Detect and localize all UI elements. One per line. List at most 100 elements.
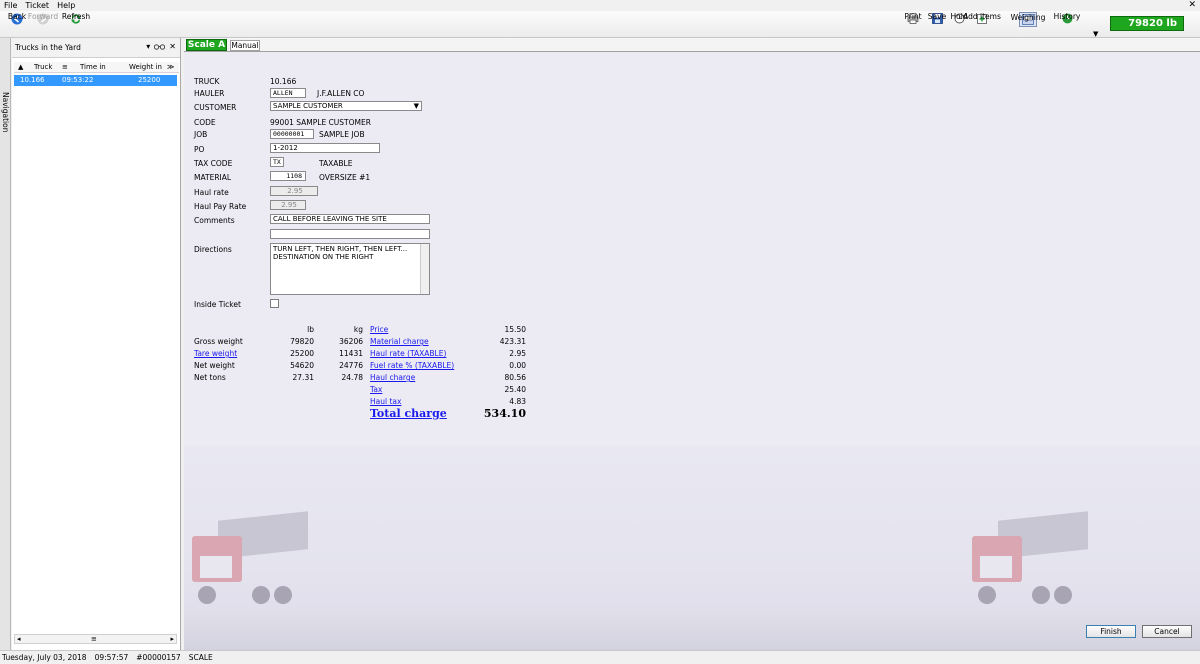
truck-label: TRUCK	[194, 77, 220, 86]
comments-label: Comments	[194, 216, 235, 225]
po-label: PO	[194, 145, 205, 154]
print-button[interactable]: Print	[904, 12, 922, 25]
material-name: OVERSIZE #1	[319, 173, 371, 182]
scroll-left-icon[interactable]: ◂	[17, 635, 21, 643]
save-button[interactable]: Save	[927, 12, 947, 25]
total-charge-link[interactable]: Total charge	[370, 407, 447, 420]
directions-line-2: DESTINATION ON THE RIGHT	[273, 253, 374, 261]
gross-weight-label: Gross weight	[194, 337, 243, 346]
job-label: JOB	[194, 130, 208, 139]
row-weight-in: 25200	[138, 76, 161, 84]
hauler-label: HAULER	[194, 89, 225, 98]
trucks-in-yard-panel: Trucks in the Yard ▾ ✕ ▲ Truck ≡ Time in…	[12, 38, 181, 650]
horizontal-scrollbar[interactable]: ◂ ≡ ▸	[14, 634, 177, 644]
haul-rate-field: 2.95	[270, 186, 318, 196]
chevron-down-icon[interactable]: ▾	[146, 42, 150, 52]
tab-manual[interactable]: Manual	[230, 40, 260, 51]
tare-weight-link[interactable]: Tare weight	[194, 349, 237, 358]
column-truck[interactable]: Truck	[34, 63, 52, 71]
refresh-button[interactable]: Refresh	[62, 12, 90, 25]
job-code-field[interactable]: 00000001	[270, 129, 314, 139]
status-mode: SCALE	[188, 653, 213, 662]
job-name: SAMPLE JOB	[319, 130, 365, 139]
net-weight-lb: 54620	[290, 361, 314, 370]
material-label: MATERIAL	[194, 173, 232, 182]
column-weight-in[interactable]: Weight in	[129, 63, 162, 71]
tax-code-field[interactable]: TX	[270, 157, 284, 167]
haul-rate-value: 2.95	[509, 349, 526, 358]
forward-button[interactable]: Forward	[28, 12, 58, 25]
haul-rate-label: Haul rate	[194, 188, 229, 197]
trucks-table-header: ▲ Truck ≡ Time in Weight in ≫	[14, 62, 179, 73]
haul-tax-value: 4.83	[509, 397, 526, 406]
column-menu-icon[interactable]: ≡	[62, 63, 68, 71]
total-charge-value: 534.10	[483, 407, 526, 420]
history-button[interactable]: History	[1054, 12, 1080, 25]
price-link[interactable]: Price	[370, 325, 388, 334]
unit-kg: kg	[353, 325, 363, 334]
forward-label: Forward	[27, 12, 59, 21]
fuel-rate-link[interactable]: Fuel rate % (TAXABLE)	[370, 361, 454, 370]
inside-ticket-checkbox[interactable]	[270, 299, 279, 308]
chevron-down-icon[interactable]: ▼	[1093, 30, 1098, 38]
back-button[interactable]: Back	[7, 12, 27, 25]
vertical-scrollbar[interactable]	[420, 244, 429, 294]
scale-weight-display: 79820 lb	[1110, 16, 1184, 31]
code-label: CODE	[194, 118, 216, 127]
gross-weight-lb: 79820	[290, 337, 314, 346]
menu-help[interactable]: Help	[53, 0, 79, 11]
comments-field[interactable]: CALL BEFORE LEAVING THE SITE	[270, 214, 430, 224]
unit-lb: lb	[307, 325, 314, 334]
truck-image-right	[970, 510, 1090, 606]
more-columns-icon[interactable]: ≫	[167, 63, 174, 71]
row-time-in: 09:53:22	[62, 76, 94, 84]
close-icon[interactable]: ✕	[1188, 0, 1196, 11]
scroll-right-icon[interactable]: ▸	[170, 635, 174, 643]
material-code-field[interactable]: 1108	[270, 171, 306, 181]
hauler-code-field[interactable]: ALLEN	[270, 88, 306, 98]
haul-charge-link[interactable]: Haul charge	[370, 373, 415, 382]
tax-code-name: TAXABLE	[319, 159, 353, 168]
binoculars-icon[interactable]	[154, 42, 166, 52]
po-field[interactable]: 1-2012	[270, 143, 380, 153]
cancel-button[interactable]: Cancel	[1142, 625, 1192, 638]
background-truck-photo	[184, 446, 1200, 650]
add-items-button[interactable]: Add items	[963, 12, 1001, 25]
sort-ascending-icon[interactable]: ▲	[18, 63, 23, 71]
comments-field-2[interactable]	[270, 229, 430, 239]
back-label: Back	[7, 12, 27, 21]
menu-ticket[interactable]: Ticket	[21, 0, 53, 11]
haul-tax-link[interactable]: Haul tax	[370, 397, 401, 406]
tax-code-label: TAX CODE	[194, 159, 233, 168]
save-label: Save	[927, 12, 947, 21]
close-icon[interactable]: ✕	[169, 42, 176, 52]
haul-pay-rate-label: Haul Pay Rate	[194, 202, 247, 211]
status-time: 09:57:57	[94, 653, 129, 662]
weighing-button[interactable]: Weighing	[1011, 12, 1045, 27]
table-row[interactable]: 10.166 09:53:22 25200	[14, 75, 177, 86]
price-value: 15.50	[504, 325, 526, 334]
tab-scale-a[interactable]: Scale A	[186, 39, 227, 51]
haul-pay-rate-field: 2.95	[270, 200, 306, 210]
refresh-label: Refresh	[61, 12, 91, 21]
column-time-in[interactable]: Time in	[80, 63, 106, 71]
truck-image-left	[190, 510, 310, 606]
tare-weight-lb: 25200	[290, 349, 314, 358]
tax-link[interactable]: Tax	[370, 385, 382, 394]
print-label: Print	[904, 12, 922, 21]
add-items-label: Add items	[963, 12, 1001, 21]
history-label: History	[1053, 12, 1081, 21]
directions-field[interactable]: TURN LEFT, THEN RIGHT, THEN LEFT... DEST…	[270, 243, 430, 295]
net-weight-label: Net weight	[194, 361, 235, 370]
scroll-thumb-icon[interactable]: ≡	[91, 635, 97, 643]
panel-header: Trucks in the Yard ▾ ✕	[12, 38, 180, 58]
navigation-strip[interactable]: Navigation	[0, 38, 11, 650]
haul-rate-link[interactable]: Haul rate (TAXABLE)	[370, 349, 446, 358]
material-charge-link[interactable]: Material charge	[370, 337, 429, 346]
finish-button[interactable]: Finish	[1086, 625, 1136, 638]
net-tons-label: Net tons	[194, 373, 226, 382]
gross-weight-kg: 36206	[339, 337, 363, 346]
chevron-down-icon[interactable]: ▼	[414, 102, 419, 110]
menu-file[interactable]: File	[0, 0, 21, 11]
customer-select[interactable]: SAMPLE CUSTOMER ▼	[270, 101, 422, 111]
